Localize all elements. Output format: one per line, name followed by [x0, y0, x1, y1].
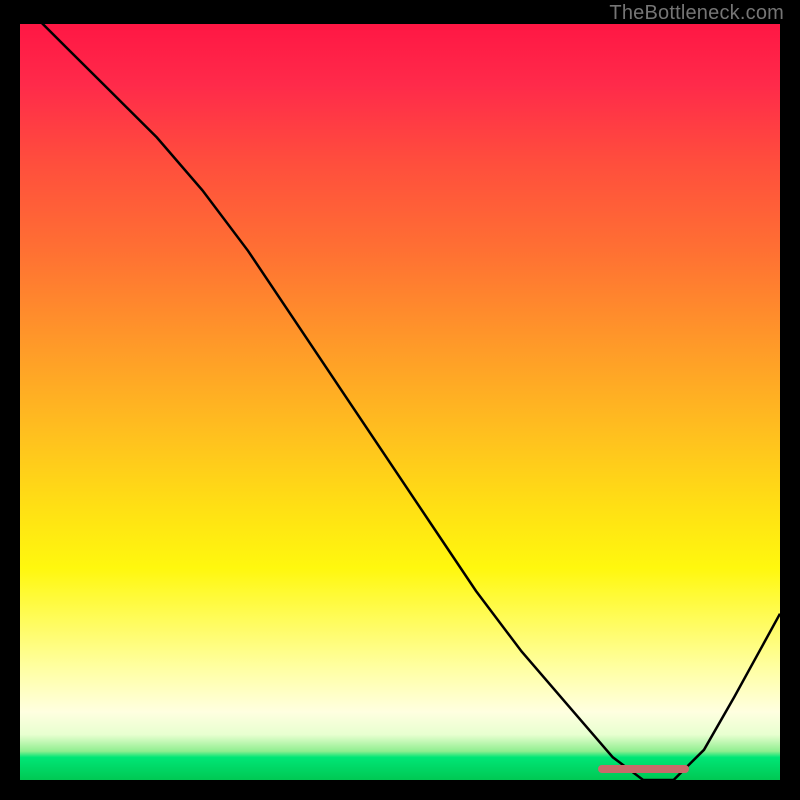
bottleneck-curve	[20, 24, 780, 780]
watermark-text: TheBottleneck.com	[609, 2, 784, 25]
optimal-range-marker	[598, 765, 689, 773]
chart-plot-area	[20, 24, 780, 780]
